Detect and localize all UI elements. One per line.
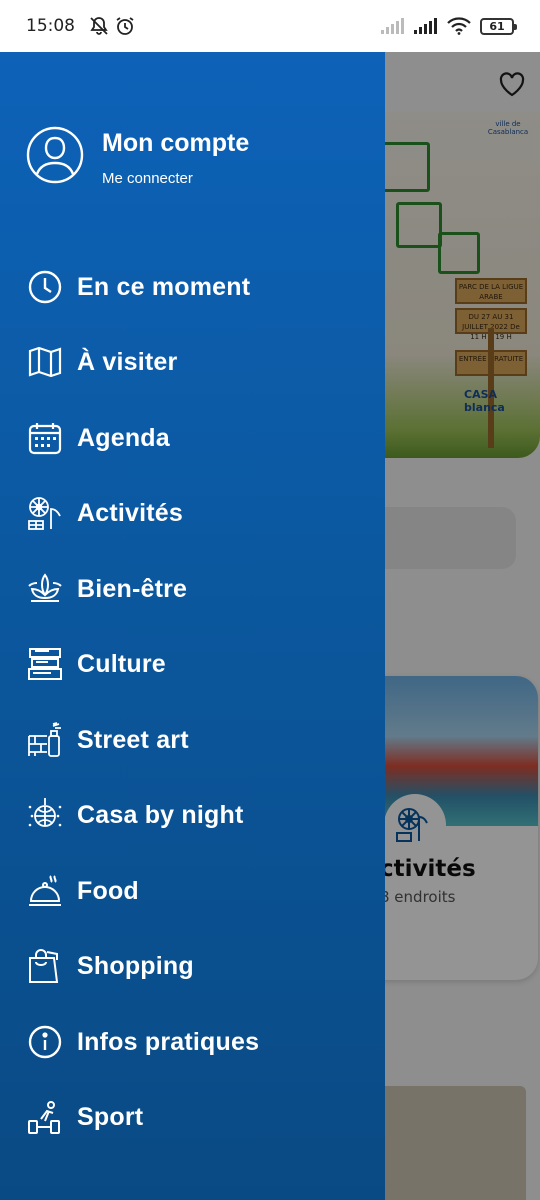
menu-item-label: Food — [77, 876, 139, 905]
alarm-icon — [116, 17, 134, 35]
menu-item-casa-by-night[interactable]: Casa by night — [26, 795, 244, 835]
menu-item-label: En ce moment — [77, 272, 251, 301]
battery-indicator: 61 — [480, 17, 517, 35]
menu-item-label: À visiter — [77, 347, 178, 376]
menu-item-activites[interactable]: Activités — [26, 493, 183, 533]
cloche-icon — [29, 875, 61, 906]
disco-ball-icon — [28, 798, 62, 827]
map-icon — [28, 346, 62, 378]
menu-item-a-visiter[interactable]: À visiter — [26, 342, 177, 382]
shopping-bag-icon — [29, 949, 59, 983]
bell-muted-icon — [90, 17, 108, 35]
clock-icon — [28, 270, 62, 304]
signal-icon — [381, 18, 404, 34]
menu-item-label: Shopping — [77, 951, 194, 980]
menu-item-agenda[interactable]: Agenda — [26, 418, 170, 458]
books-icon — [28, 648, 62, 680]
menu-item-culture[interactable]: Culture — [26, 644, 166, 684]
signal-icon — [414, 18, 437, 34]
menu-item-en-ce-moment[interactable]: En ce moment — [26, 267, 250, 307]
account-title: Mon compte — [102, 129, 250, 157]
menu-item-label: Infos pratiques — [77, 1027, 260, 1056]
info-icon — [28, 1025, 62, 1059]
menu-item-label: Street art — [77, 725, 189, 754]
status-time: 15:08 — [26, 16, 75, 36]
wifi-icon — [447, 17, 471, 35]
menu-item-food[interactable]: Food — [26, 871, 139, 911]
battery-level: 61 — [489, 19, 505, 33]
menu-item-label: Agenda — [77, 423, 170, 452]
menu-item-infos-pratiques[interactable]: Infos pratiques — [26, 1022, 259, 1062]
user-avatar-icon — [26, 126, 84, 184]
calendar-icon — [28, 423, 62, 455]
menu-item-bien-etre[interactable]: Bien-être — [26, 569, 187, 609]
dumbbell-icon — [28, 1101, 60, 1134]
account-section[interactable]: Mon compte Me connecter — [26, 126, 249, 187]
menu-item-label: Casa by night — [77, 800, 244, 829]
status-bar: 15:08 61 — [0, 0, 540, 52]
menu-item-label: Culture — [77, 649, 166, 678]
navigation-drawer: Mon compte Me connecter En ce moment À v… — [0, 52, 385, 1200]
menu-item-label: Activités — [77, 498, 184, 527]
menu-item-sport[interactable]: Sport — [26, 1097, 143, 1137]
menu-item-shopping[interactable]: Shopping — [26, 946, 194, 986]
login-link[interactable]: Me connecter — [102, 170, 249, 187]
lotus-icon — [28, 573, 62, 602]
menu-item-label: Bien-être — [77, 574, 188, 603]
menu-item-street-art[interactable]: Street art — [26, 720, 189, 760]
ferris-wheel-icon — [28, 497, 61, 530]
spray-can-icon — [28, 722, 61, 757]
menu-item-label: Sport — [77, 1102, 144, 1131]
